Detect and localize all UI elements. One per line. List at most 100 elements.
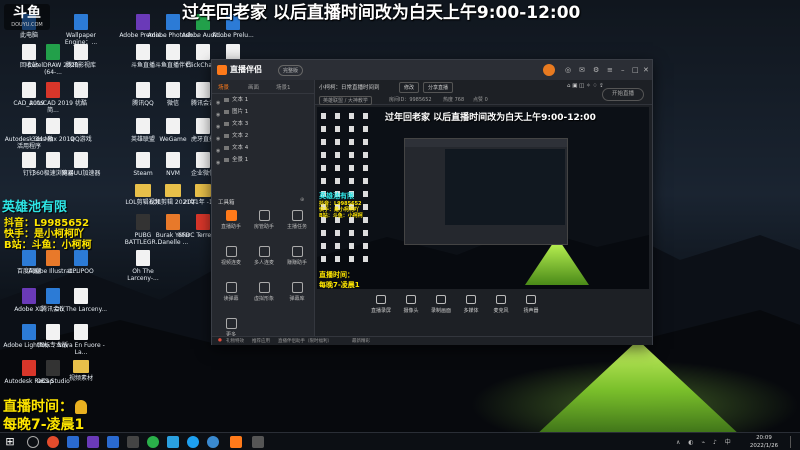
scene-item[interactable]: ◉ 文本 2: [212, 130, 314, 142]
message-icon[interactable]: ✉: [579, 66, 585, 74]
control-button[interactable]: 摄像头: [399, 295, 423, 314]
preview-banner: 过年回老家 以后直播时间改为白天上午9:00-12:00: [385, 113, 596, 123]
preview-mini-icon: [335, 243, 340, 249]
tab-scene[interactable]: 场景: [218, 83, 229, 91]
close-icon[interactable]: ✕: [643, 66, 649, 74]
footer-assistant[interactable]: 直播伴侣助手（限时福利）: [278, 338, 332, 344]
desktop-icon[interactable]: 优酷: [54, 82, 108, 107]
maximize-icon[interactable]: □: [632, 66, 639, 74]
windows-start-icon[interactable]: ⊞: [4, 436, 16, 448]
tool-item[interactable]: 多人连麦: [249, 246, 279, 266]
edge-icon[interactable]: [127, 436, 139, 448]
preview-mini-icon: [321, 139, 326, 145]
preview-mini-icon: [335, 139, 340, 145]
bell-icon: [75, 400, 87, 414]
tool-item[interactable]: 读弹幕: [216, 282, 246, 302]
scene-item[interactable]: ◉ 图片 1: [212, 106, 314, 118]
tool-item[interactable]: 赚赚助手: [282, 246, 312, 266]
file-icon: [196, 214, 210, 230]
window-titlebar[interactable]: 直播伴侣 完整版 ◎ ✉ ⚙ ≡ – □ ✕: [212, 60, 652, 80]
taskbar-clock[interactable]: 20:09 2022/1/26: [744, 434, 784, 450]
source-type-icon: [224, 158, 229, 162]
wechat-icon[interactable]: [147, 436, 159, 448]
desktop-icon-label: Adobe Prelu...: [212, 32, 254, 39]
desktop-icon[interactable]: 视频素材: [54, 360, 108, 382]
control-button[interactable]: 麦克风: [489, 295, 513, 314]
tool-item[interactable]: 视频连麦: [216, 246, 246, 266]
system-tray-icons[interactable]: ∧ ◐ ⌁ ♪ 中: [676, 437, 734, 446]
footer-recommend[interactable]: 推荐应用: [252, 338, 270, 344]
share-button[interactable]: 分享直播: [423, 82, 454, 93]
preview-mini-icon: [335, 256, 340, 262]
preview-mini-icon: [321, 256, 326, 262]
scene-item[interactable]: ◉ 文本 1: [212, 94, 314, 106]
control-button[interactable]: 扬声器: [519, 295, 543, 314]
skin-icon[interactable]: ◎: [565, 66, 571, 74]
team-overlay: 英雄池有限: [2, 200, 68, 215]
show-desktop-button[interactable]: [790, 436, 796, 448]
user-avatar[interactable]: [543, 64, 555, 76]
category-tag[interactable]: 英雄联盟 / 大神教学: [319, 96, 372, 105]
start-live-button[interactable]: 开始直播: [602, 88, 644, 101]
footer-latest[interactable]: 最新精彩: [352, 338, 370, 344]
desktop-icon-label: UPUPOO: [68, 268, 94, 275]
preview-mini-icon: [363, 178, 368, 184]
tool-item[interactable]: 弹幕库: [282, 282, 312, 302]
menu-icon[interactable]: ≡: [607, 66, 613, 74]
nested-titlebar: [405, 139, 567, 147]
desktop-icon[interactable]: Oh The Larceny-...: [116, 250, 170, 282]
desktop-icon[interactable]: Oh The Larceny...: [54, 288, 108, 313]
desktop-icon[interactable]: QQ游戏: [54, 118, 108, 143]
control-button[interactable]: 多媒体: [459, 295, 483, 314]
tool-item[interactable]: 虚拟形象: [249, 282, 279, 302]
tool-icon: [291, 210, 303, 221]
banner-text: 过年回老家 以后直播时间改为白天上午9:00-12:00: [182, 3, 581, 23]
photoshop-icon[interactable]: [107, 436, 119, 448]
desktop-icon[interactable]: 网易UU加速器: [54, 152, 108, 177]
control-button[interactable]: 直播录屏: [369, 295, 393, 314]
browser-icon[interactable]: [187, 436, 199, 448]
edit-title-button[interactable]: 修改: [399, 82, 420, 93]
tool-item[interactable]: 主播任务: [282, 210, 312, 230]
toolbox-header: 工具箱: [218, 200, 235, 206]
premiere-icon[interactable]: [87, 436, 99, 448]
tool-item[interactable]: 房管助手: [249, 210, 279, 230]
uu-icon[interactable]: [207, 436, 219, 448]
preview-mini-icon: [335, 152, 340, 158]
control-label: 麦克风: [493, 308, 509, 314]
toolbar-icons[interactable]: ⌂ ▣ ◫ ✧ ♢ ⇪: [567, 83, 604, 89]
scene-item[interactable]: ◉ 全景 1: [212, 154, 314, 166]
live-companion-window[interactable]: 直播伴侣 完整版 ◎ ✉ ⚙ ≡ – □ ✕ 场景 画面 场景1 ◉ 文本 1 ◉ 图…: [211, 59, 653, 345]
app-name: 直播伴侣: [230, 65, 262, 74]
control-label: 多媒体: [463, 308, 479, 314]
minimize-icon[interactable]: –: [621, 66, 625, 74]
settings-icon[interactable]: ⚙: [593, 66, 599, 74]
desktop-icon[interactable]: Wallpaper Engine：...: [54, 14, 108, 46]
footer-gift-effects[interactable]: 礼物特效: [226, 338, 244, 344]
scene-item[interactable]: ◉ 文本 3: [212, 118, 314, 130]
desktop-icon[interactable]: UPUPOO: [54, 250, 108, 275]
tool-label: 主播任务: [286, 224, 307, 230]
toolbox-help-icon[interactable]: ⊕: [300, 197, 304, 203]
live-companion-taskbar-icon[interactable]: [230, 436, 242, 448]
preview-mini-icon: [335, 113, 340, 119]
control-button[interactable]: 录制画面: [429, 295, 453, 314]
qq-icon[interactable]: [167, 436, 179, 448]
scene-item[interactable]: ◉ 文本 4: [212, 142, 314, 154]
search-icon[interactable]: [27, 436, 39, 448]
tab-scene1[interactable]: 场景1: [276, 83, 291, 91]
tab-view[interactable]: 画面: [248, 83, 259, 91]
chrome-icon[interactable]: [47, 436, 59, 448]
folder-taskbar-icon[interactable]: [252, 436, 264, 448]
preview-mini-icon: [363, 165, 368, 171]
tool-item[interactable]: 直播助手: [216, 210, 246, 230]
desktop-icon[interactable]: Nova En Fuore - La...: [54, 324, 108, 356]
visibility-eye-icon[interactable]: ◉: [216, 157, 220, 169]
version-badge[interactable]: 完整版: [278, 65, 304, 76]
tool-item[interactable]: 更多: [216, 318, 246, 338]
scene-item-label: 图片 1: [232, 109, 249, 115]
stream-preview[interactable]: 过年回老家 以后直播时间改为白天上午9:00-12:00 英雄池有限 抖音：L9…: [317, 107, 649, 289]
desktop-icon[interactable]: 腾讯影视库: [54, 44, 108, 69]
control-icon: [436, 295, 446, 304]
explorer-icon[interactable]: [67, 436, 79, 448]
